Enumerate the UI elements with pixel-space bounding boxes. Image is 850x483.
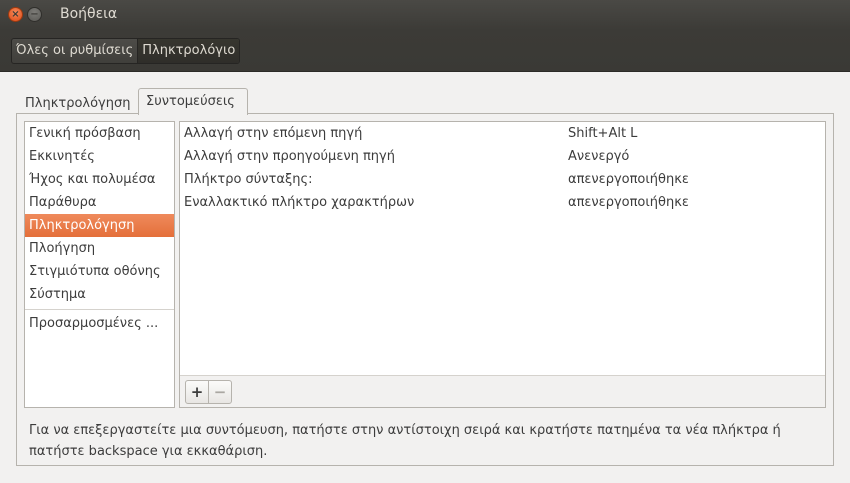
shortcut-name: Αλλαγή στην επόμενη πηγή [184, 126, 363, 141]
tab-typing[interactable]: Πληκτρολόγηση [18, 91, 137, 116]
category-item-system[interactable]: Σύστημα [25, 283, 174, 306]
shortcut-table: Αλλαγή στην επόμενη πηγή Shift+Alt L Αλλ… [180, 122, 825, 376]
table-row[interactable]: Πλήκτρο σύνταξης: απενεργοποιήθηκε [180, 168, 825, 191]
category-item-sound-media[interactable]: Ήχος και πολυμέσα [25, 168, 174, 191]
category-item-typing[interactable]: Πληκτρολόγηση [25, 214, 174, 237]
toolbar: Όλες οι ρυθμίσεις Πληκτρολόγιο [0, 30, 850, 72]
minimize-window-button[interactable]: − [27, 7, 42, 22]
category-item-navigation[interactable]: Πλοήγηση [25, 237, 174, 260]
hint-text: Για να επεξεργαστείτε μια συντόμευση, πα… [29, 423, 781, 459]
category-item-universal-access[interactable]: Γενική πρόσβαση [25, 122, 174, 145]
shortcut-accelerator[interactable]: Ανενεργό [568, 145, 629, 168]
category-item-launchers[interactable]: Εκκινητές [25, 145, 174, 168]
breadcrumb-keyboard-button[interactable]: Πληκτρολόγιο [137, 39, 240, 63]
shortcut-edit-buttons: + − [185, 380, 232, 404]
shortcut-accelerator[interactable]: απενεργοποιήθηκε [568, 168, 689, 191]
table-row[interactable]: Αλλαγή στην επόμενη πηγή Shift+Alt L [180, 122, 825, 145]
window-title: Βοήθεια [60, 6, 118, 22]
shortcut-accelerator[interactable]: απενεργοποιήθηκε [568, 191, 689, 214]
category-item-screenshots[interactable]: Στιγμιότυπα οθόνης [25, 260, 174, 283]
shortcut-name: Εναλλακτικό πλήκτρο χαρακτήρων [184, 195, 415, 210]
category-divider [25, 309, 174, 310]
breadcrumb: Όλες οι ρυθμίσεις Πληκτρολόγιο [11, 38, 241, 64]
shortcut-panel: Αλλαγή στην επόμενη πηγή Shift+Alt L Αλλ… [179, 121, 826, 408]
table-row[interactable]: Εναλλακτικό πλήκτρο χαρακτήρων απενεργοπ… [180, 191, 825, 214]
category-item-custom[interactable]: Προσαρμοσμένες ... [25, 312, 174, 335]
shortcut-name: Πλήκτρο σύνταξης: [184, 172, 313, 187]
shortcut-accelerator[interactable]: Shift+Alt L [568, 122, 637, 145]
shortcut-category-list: Γενική πρόσβαση Εκκινητές Ήχος και πολυμ… [24, 121, 175, 408]
breadcrumb-all-settings-button[interactable]: Όλες οι ρυθμίσεις [12, 39, 137, 63]
title-bar[interactable]: × − Βοήθεια [0, 0, 850, 30]
close-window-button[interactable]: × [8, 7, 23, 22]
add-shortcut-button[interactable]: + [186, 381, 208, 403]
shortcut-name: Αλλαγή στην προηγούμενη πηγή [184, 149, 395, 164]
table-row[interactable]: Αλλαγή στην προηγούμενη πηγή Ανενεργό [180, 145, 825, 168]
tab-shortcuts[interactable]: Συντομεύσεις [138, 88, 248, 115]
remove-shortcut-button[interactable]: − [208, 381, 231, 403]
category-item-windows[interactable]: Παράθυρα [25, 191, 174, 214]
